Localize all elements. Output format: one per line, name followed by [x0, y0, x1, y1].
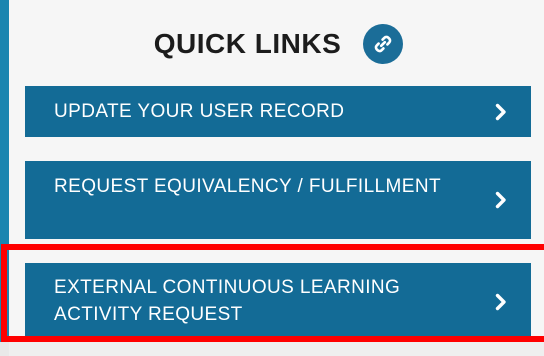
- panel-bottom-edge: [0, 342, 544, 356]
- quick-links-heading: QUICK LINKS: [9, 22, 544, 66]
- request-equivalency-button[interactable]: REQUEST EQUIVALENCY / FULFILLMENT: [25, 161, 531, 239]
- request-equivalency-label: REQUEST EQUIVALENCY / FULFILLMENT: [54, 176, 441, 197]
- update-user-record-button[interactable]: UPDATE YOUR USER RECORD: [25, 86, 531, 137]
- quick-links-title: QUICK LINKS: [153, 28, 342, 59]
- update-user-record-label: UPDATE YOUR USER RECORD: [54, 101, 345, 122]
- external-learning-activity-button[interactable]: EXTERNAL CONTINUOUS LEARNING ACTIVITY RE…: [25, 263, 531, 340]
- external-learning-activity-label: EXTERNAL CONTINUOUS LEARNING ACTIVITY RE…: [54, 277, 401, 325]
- link-icon: [363, 24, 404, 64]
- chevron-right-icon: [495, 191, 507, 209]
- chevron-right-icon: [495, 103, 507, 121]
- panel-bottom-fill: [9, 342, 544, 356]
- chevron-right-icon: [495, 293, 507, 311]
